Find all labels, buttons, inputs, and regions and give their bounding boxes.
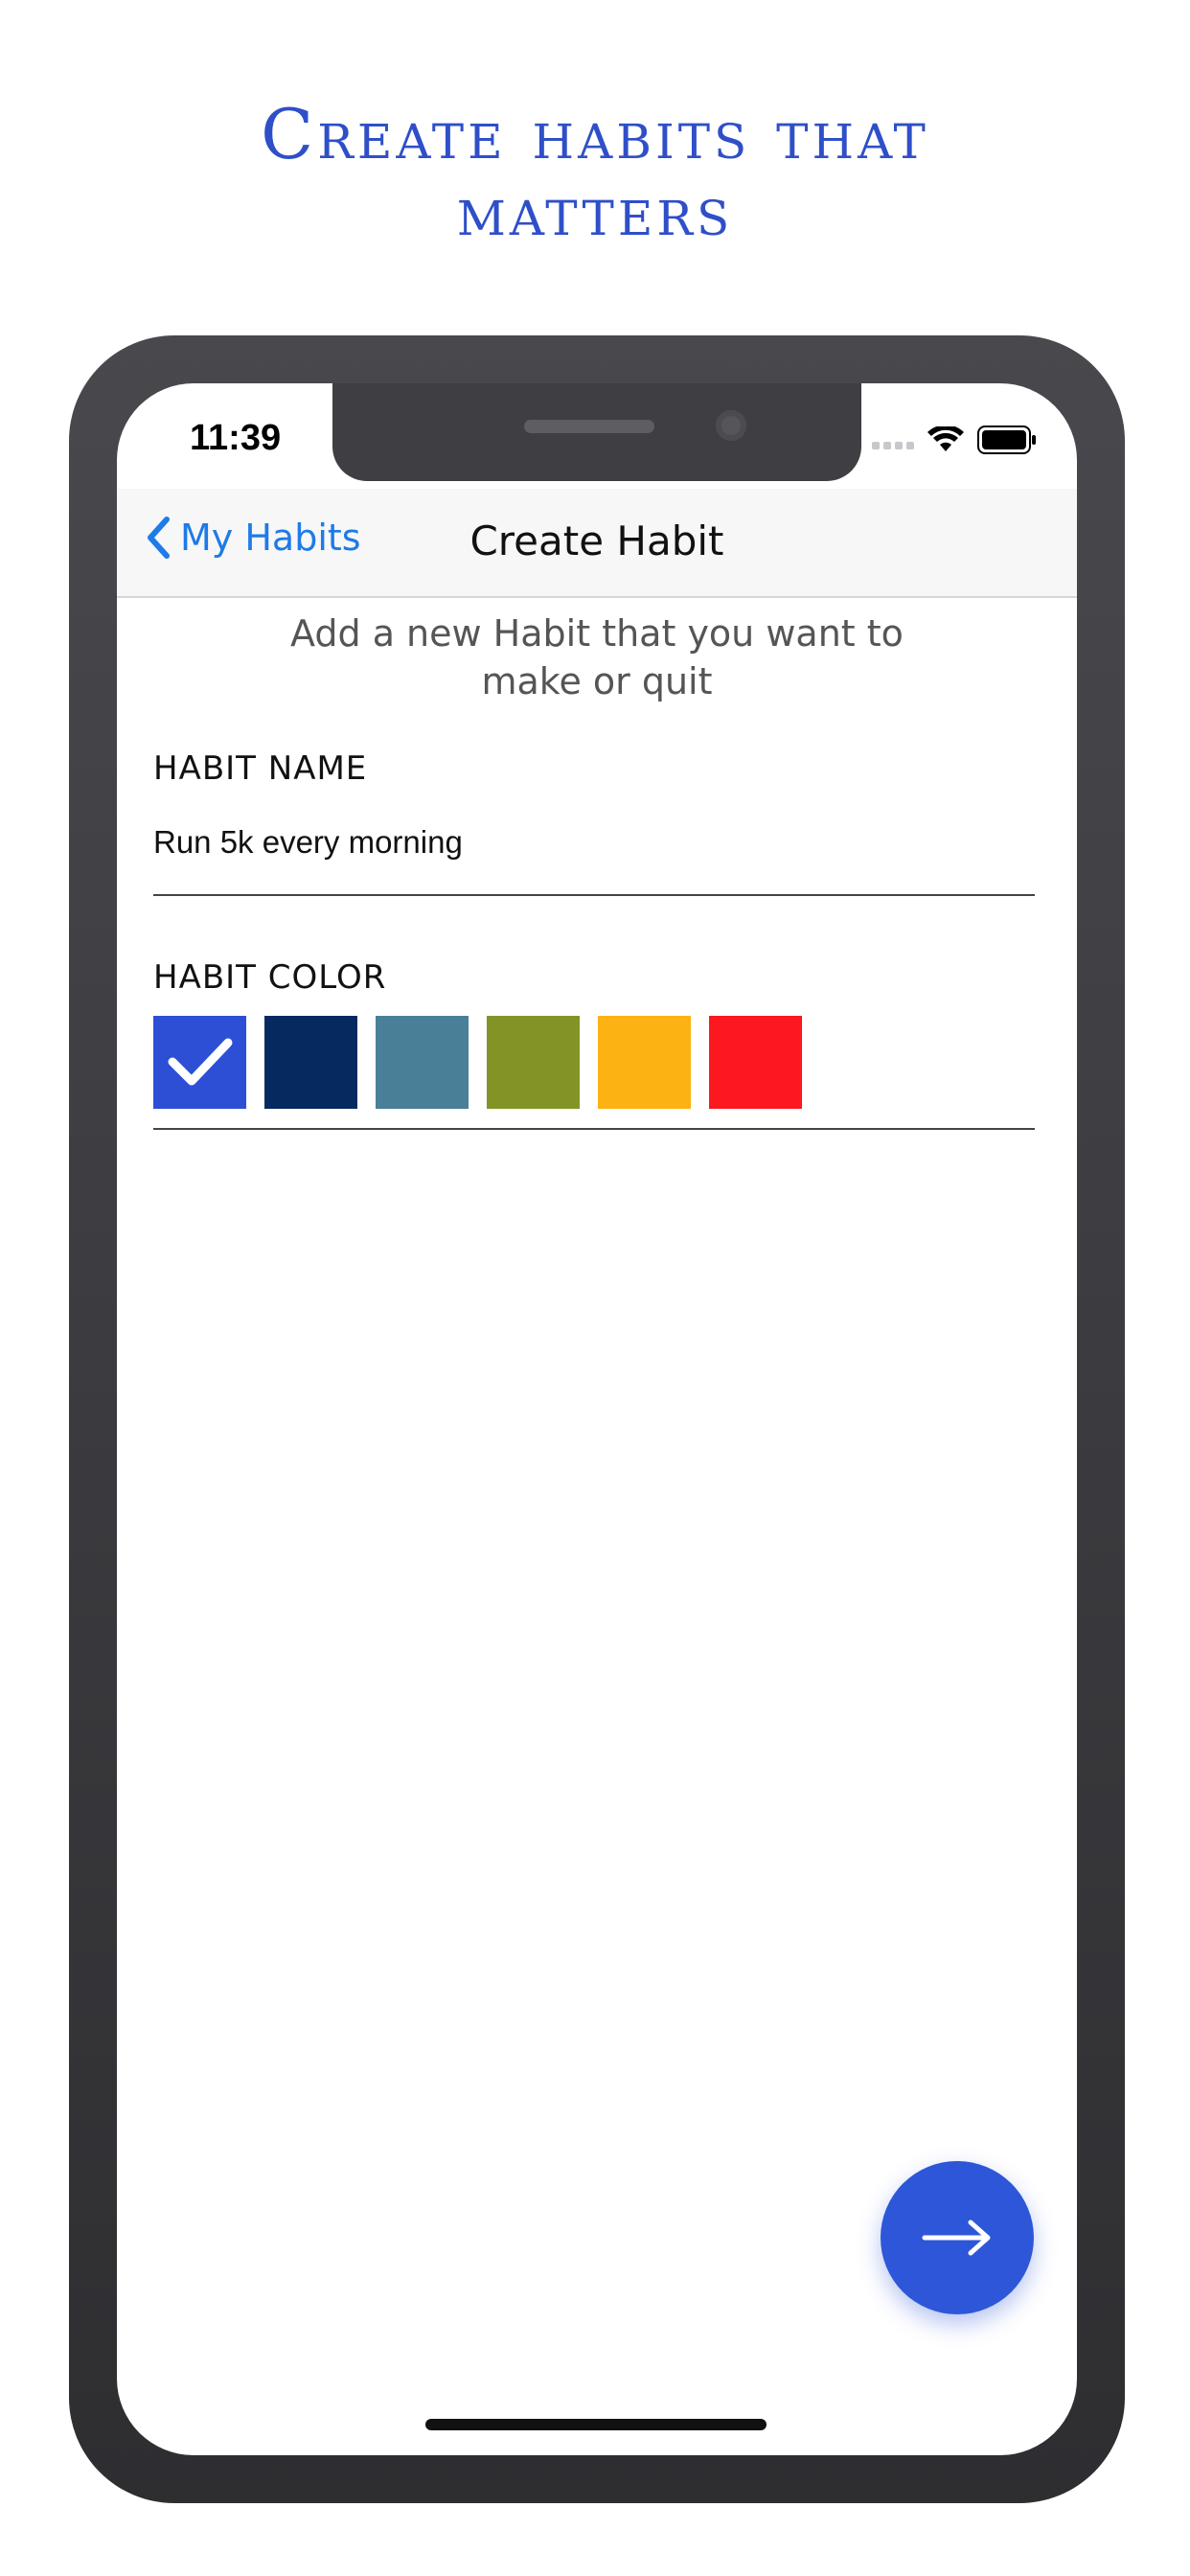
color-swatch-2[interactable] <box>264 1016 357 1109</box>
promo-headline: Create habits that matters <box>0 96 1190 249</box>
color-swatch-6[interactable] <box>709 1016 802 1109</box>
form-description-line-1: Add a new Habit that you want to <box>290 612 904 655</box>
arrow-right-icon <box>922 2220 991 2256</box>
habit-name-label: HABIT NAME <box>153 749 368 788</box>
home-indicator <box>425 2419 767 2430</box>
page-title: Create Habit <box>469 518 724 564</box>
navigation-bar: My Habits Create Habit <box>117 489 1077 598</box>
color-swatch-1[interactable] <box>153 1016 246 1109</box>
habit-name-input[interactable]: Run 5k every morning <box>153 824 463 861</box>
color-swatch-4[interactable] <box>487 1016 580 1109</box>
form-description-line-2: make or quit <box>481 660 713 702</box>
phone-frame: 11:39 My Habits Create Habit Add a new H… <box>69 335 1125 2503</box>
status-icons <box>872 426 1037 454</box>
notch <box>332 383 861 481</box>
signal-dots-icon <box>872 430 914 449</box>
status-time: 11:39 <box>190 418 282 458</box>
wifi-icon <box>927 426 964 451</box>
color-picker <box>153 1016 802 1109</box>
color-swatch-5[interactable] <box>598 1016 691 1109</box>
speaker-grille <box>524 420 654 433</box>
color-swatch-3[interactable] <box>376 1016 469 1109</box>
headline-line-2: matters <box>456 171 734 251</box>
habit-name-underline <box>153 894 1035 896</box>
form-description: Add a new Habit that you want to make or… <box>213 610 981 705</box>
habit-color-label: HABIT COLOR <box>153 958 387 997</box>
checkmark-icon <box>168 1038 233 1086</box>
next-button[interactable] <box>881 2161 1034 2314</box>
front-camera <box>716 410 746 441</box>
habit-color-underline <box>153 1128 1035 1130</box>
headline-line-1: Create habits that <box>261 94 929 174</box>
phone-screen: 11:39 My Habits Create Habit Add a new H… <box>117 383 1077 2455</box>
battery-icon <box>977 426 1036 454</box>
